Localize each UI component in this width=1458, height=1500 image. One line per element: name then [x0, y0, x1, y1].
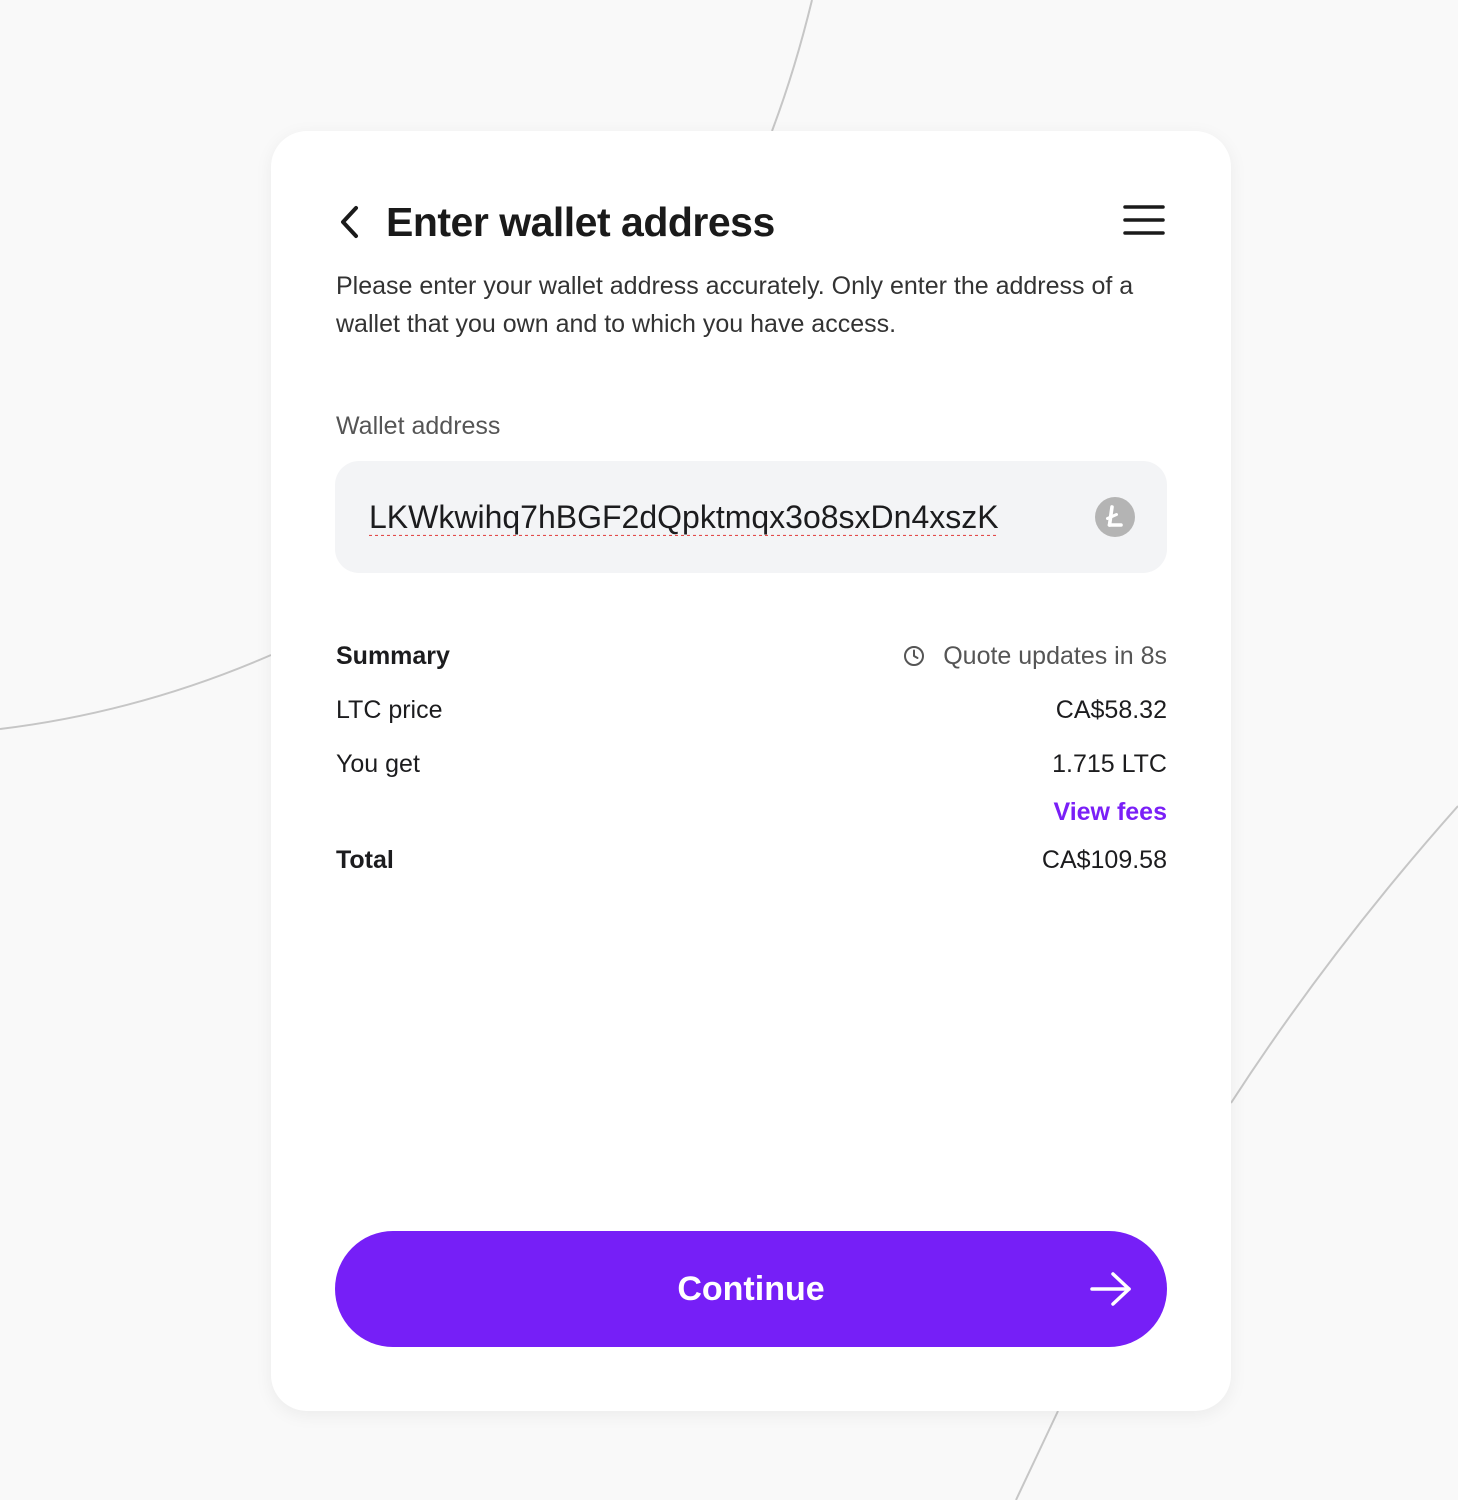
wallet-address-field[interactable]	[335, 461, 1167, 573]
summary-row-value: CA$58.32	[1055, 696, 1167, 724]
quote-text: Quote updates in 8s	[943, 642, 1167, 670]
summary-title: Summary	[336, 642, 450, 670]
quote-timer: Quote updates in 8s	[903, 639, 1167, 673]
chevron-left-icon	[341, 206, 358, 238]
page-title: Enter wallet address	[386, 199, 775, 245]
continue-button-label: Continue	[677, 1269, 825, 1308]
background-curve-left	[0, 654, 272, 730]
page-description: Please enter your wallet address accurat…	[336, 272, 1134, 338]
summary-row-ltc-price: LTC price CA$58.32	[336, 693, 1167, 727]
view-fees-link[interactable]: View fees	[936, 795, 1167, 829]
total-value: CA$109.58	[1041, 846, 1167, 874]
summary-row-total: Total CA$109.58	[336, 843, 1167, 877]
background-curve-right	[1230, 805, 1458, 1104]
menu-button[interactable]	[1116, 196, 1172, 244]
clock-icon	[904, 646, 925, 666]
summary-header: Summary Quote updates in 8s	[336, 639, 1167, 673]
summary-row-label: You get	[336, 750, 420, 778]
background-curve-bottom	[1015, 1410, 1059, 1500]
hamburger-menu-icon	[1123, 205, 1165, 235]
back-button[interactable]	[326, 196, 374, 248]
litecoin-icon	[1095, 497, 1135, 537]
total-label: Total	[336, 846, 394, 874]
continue-button[interactable]: Continue	[335, 1231, 1167, 1347]
wallet-address-input[interactable]	[369, 491, 1059, 543]
summary-row-label: LTC price	[336, 696, 443, 724]
arrow-right-icon	[1090, 1272, 1131, 1306]
wallet-address-label: Wallet address	[336, 412, 501, 440]
summary-row-you-get: You get 1.715 LTC	[336, 747, 1167, 781]
background-curve-top	[771, 0, 813, 132]
litecoin-glyph	[1106, 505, 1123, 527]
summary-row-value: 1.715 LTC	[1052, 750, 1167, 778]
